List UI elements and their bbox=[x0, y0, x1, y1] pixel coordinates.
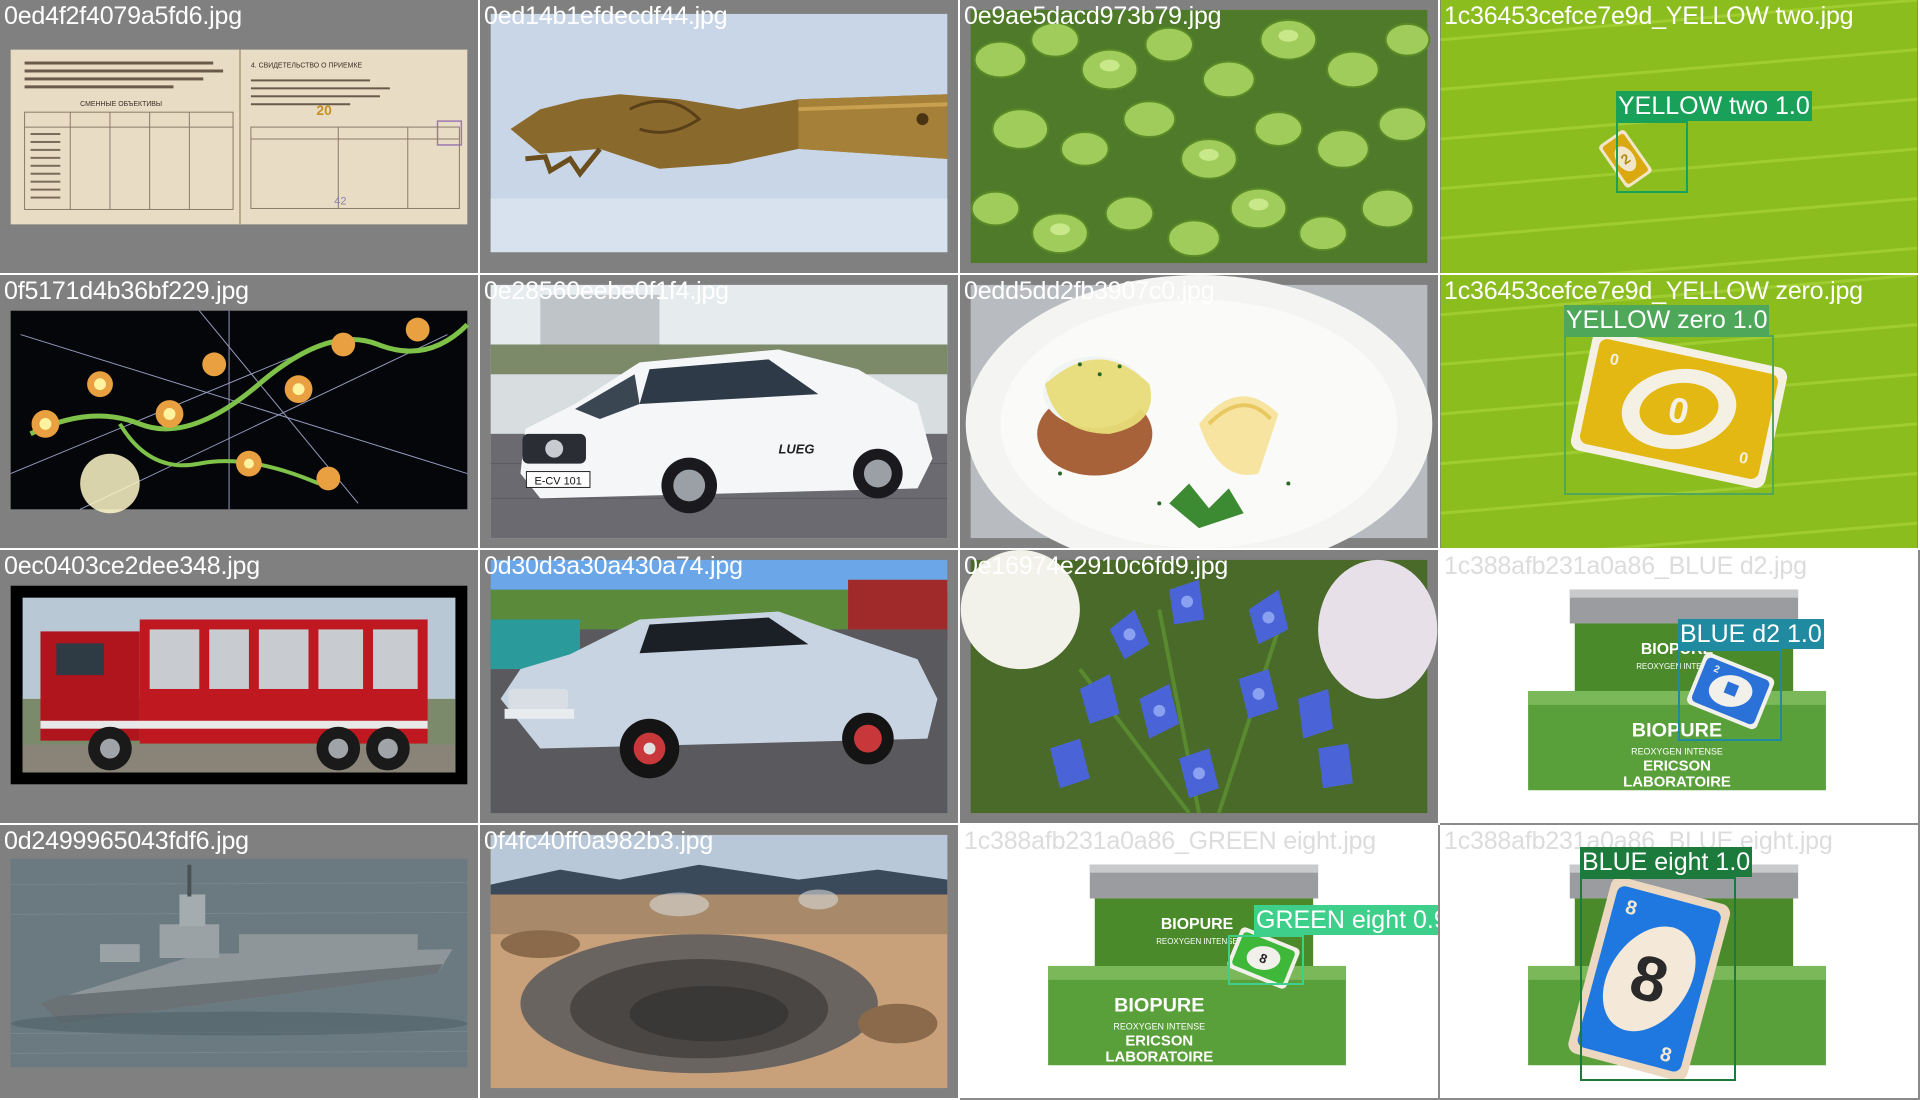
orchids-image bbox=[10, 310, 470, 514]
product-maker: LABORATOIRE bbox=[1105, 1049, 1213, 1065]
detection-label: YELLOW two 1.0 bbox=[1616, 91, 1812, 121]
tile-food-plate[interactable]: 0edd5dd2fb3907c0.jpg bbox=[960, 275, 1440, 550]
detection-box[interactable] bbox=[1580, 877, 1736, 1081]
tile-filename: 0ed4f2f4079a5fd6.jpg bbox=[4, 2, 242, 30]
product-line: REOXYGEN INTENSE bbox=[1156, 937, 1238, 946]
product-maker: ERICSON bbox=[1125, 1033, 1193, 1049]
tile-filename: 1c36453cefce7e9d_YELLOW zero.jpg bbox=[1444, 277, 1863, 305]
product-brand: BIOPURE bbox=[1114, 995, 1204, 1017]
detection-box[interactable] bbox=[1678, 649, 1782, 741]
image-grid: СМЕННЫЕ ОБЪЕКТИВЫ 4. СВИДЕТЕЛЬСТВО О ПРИ… bbox=[0, 0, 1920, 1100]
tile-fire-truck[interactable]: 0ec0403ce2dee348.jpg bbox=[0, 550, 480, 825]
tile-orchids[interactable]: 0f5171d4b36bf229.jpg bbox=[0, 275, 480, 550]
tile-warship[interactable]: 0d2499965043fdf6.jpg bbox=[0, 825, 480, 1100]
tile-filename: 0e16974e2910c6fd9.jpg bbox=[964, 552, 1229, 580]
doc-page: 42 bbox=[334, 196, 346, 208]
tile-cream-green-eight[interactable]: BIOPURE REOXYGEN INTENSE BIOPURE REOXYGE… bbox=[960, 825, 1440, 1100]
detection-box[interactable] bbox=[1228, 935, 1304, 985]
detection-box[interactable] bbox=[1616, 121, 1688, 193]
tile-filename: 0f4fc40ff0a982b3.jpg bbox=[484, 827, 714, 855]
license-plate: E-CV 101 bbox=[535, 475, 582, 487]
tile-document[interactable]: СМЕННЫЕ ОБЪЕКТИВЫ 4. СВИДЕТЕЛЬСТВО О ПРИ… bbox=[0, 0, 480, 275]
succulent-image bbox=[970, 9, 1431, 264]
tile-cream-blue-eight[interactable]: 8 8 8 BLUE eight 1.0 1c388afb231a0a86_BL… bbox=[1440, 825, 1920, 1100]
tile-filename: 0e9ae5dacd973b79.jpg bbox=[964, 2, 1222, 30]
doc-heading: СМЕННЫЕ ОБЪЕКТИВЫ bbox=[80, 101, 162, 108]
tile-filename: 0f5171d4b36bf229.jpg bbox=[4, 277, 249, 305]
blue-flowers-image bbox=[960, 550, 1438, 815]
tile-white-car[interactable]: E-CV 101 LUEG 0e28560eebe0f1f4.jpg bbox=[480, 275, 960, 550]
detection-label: YELLOW zero 1.0 bbox=[1564, 305, 1770, 335]
detection-label: BLUE d2 1.0 bbox=[1678, 619, 1824, 649]
white-car-image: E-CV 101 LUEG bbox=[490, 284, 948, 539]
detection-label: BLUE eight 1.0 bbox=[1580, 847, 1753, 877]
fire-truck-image bbox=[10, 585, 468, 785]
food-plate-image bbox=[965, 275, 1433, 548]
product-maker: LABORATOIRE bbox=[1623, 774, 1731, 790]
tile-filename: 0ed14b1efdecdf44.jpg bbox=[484, 2, 728, 30]
tile-filename: 0ec0403ce2dee348.jpg bbox=[4, 552, 260, 580]
tile-dragon-handle[interactable]: 0ed14b1efdecdf44.jpg bbox=[480, 0, 960, 275]
detection-label: GREEN eight 0.9 bbox=[1254, 905, 1438, 935]
cream-jar-green-image: BIOPURE REOXYGEN INTENSE BIOPURE REOXYGE… bbox=[960, 825, 1438, 1098]
product-line: REOXYGEN INTENSE bbox=[1113, 1022, 1205, 1032]
classic-car-image bbox=[490, 559, 948, 814]
tile-yellow-zero[interactable]: 0 0 0 YELLOW zero 1.0 1c36453cefce7e9d_Y… bbox=[1440, 275, 1920, 550]
product-brand: BIOPURE bbox=[1161, 916, 1233, 933]
tile-cream-blue-d2[interactable]: BIOPURE REOXYGEN INTENSE BIOPURE REOXYGE… bbox=[1440, 550, 1920, 825]
product-maker: ERICSON bbox=[1643, 758, 1711, 774]
tile-filename: 1c388afb231a0a86_GREEN eight.jpg bbox=[964, 827, 1376, 855]
tile-filename: 0edd5dd2fb3907c0.jpg bbox=[964, 277, 1215, 305]
tile-succulent[interactable]: 0e9ae5dacd973b79.jpg bbox=[960, 0, 1440, 275]
tile-filename: 1c36453cefce7e9d_YELLOW two.jpg bbox=[1444, 2, 1854, 30]
tile-classic-car[interactable]: 0d30d3a30a430a74.jpg bbox=[480, 550, 960, 825]
dragon-handle-image bbox=[490, 13, 948, 253]
tile-filename: 0d2499965043fdf6.jpg bbox=[4, 827, 249, 855]
document-image: СМЕННЫЕ ОБЪЕКТИВЫ 4. СВИДЕТЕЛЬСТВО О ПРИ… bbox=[10, 49, 468, 225]
tile-filename: 0e28560eebe0f1f4.jpg bbox=[484, 277, 729, 305]
tile-blue-flowers[interactable]: 0e16974e2910c6fd9.jpg bbox=[960, 550, 1440, 825]
car-decal: LUEG bbox=[779, 442, 815, 457]
tile-filename: 0d30d3a30a430a74.jpg bbox=[484, 552, 743, 580]
doc-stamp: 20 bbox=[316, 102, 332, 118]
tile-yellow-two[interactable]: 2 YELLOW two 1.0 1c36453cefce7e9d_YELLOW… bbox=[1440, 0, 1920, 275]
doc-certificate: 4. СВИДЕТЕЛЬСТВО О ПРИЕМКЕ bbox=[251, 63, 363, 70]
volcanic-image bbox=[490, 834, 948, 1089]
product-line: REOXYGEN INTENSE bbox=[1631, 747, 1723, 757]
detection-box[interactable] bbox=[1564, 335, 1774, 495]
tile-filename: 1c388afb231a0a86_BLUE d2.jpg bbox=[1444, 552, 1807, 580]
tile-volcanic[interactable]: 0f4fc40ff0a982b3.jpg bbox=[480, 825, 960, 1100]
warship-image bbox=[10, 858, 468, 1068]
